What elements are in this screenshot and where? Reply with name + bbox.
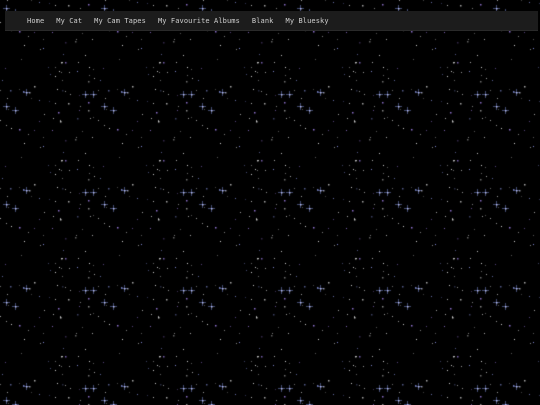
nav-link-blank[interactable]: Blank [252, 17, 274, 25]
starfield-background [0, 0, 540, 405]
nav-link-my-bluesky[interactable]: My Bluesky [286, 17, 329, 25]
nav-link-home[interactable]: Home [27, 17, 44, 25]
nav-link-my-favourite-albums[interactable]: My Favourite Albums [158, 17, 240, 25]
nav-link-my-cam-tapes[interactable]: My Cam Tapes [94, 17, 146, 25]
top-navbar: Home My Cat My Cam Tapes My Favourite Al… [5, 11, 538, 31]
nav-link-my-cat[interactable]: My Cat [56, 17, 82, 25]
